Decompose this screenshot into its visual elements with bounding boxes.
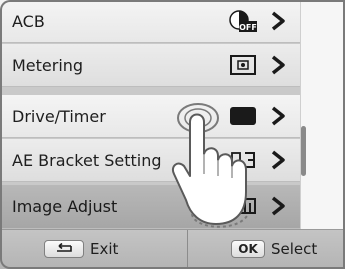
chevron-right-icon [267,105,289,127]
image-adjust-icon [228,194,258,218]
menu-item-label: Drive/Timer [12,106,106,126]
camera-menu-screen: ACB OFF Metering Drive/Timer AE Bracket … [0,0,345,269]
softkey-bar: Exit OK Select [0,229,345,269]
select-label: Select [271,240,318,258]
select-button[interactable]: OK Select [231,237,317,261]
chevron-right-icon [267,10,289,32]
softkey-divider [187,230,188,269]
scrollbar-track[interactable] [300,0,344,229]
menu-item-acb[interactable]: ACB OFF [0,0,300,43]
single-shot-icon [228,104,258,128]
ae-bracket-icon [228,148,258,172]
menu-item-label: AE Bracket Setting [12,150,162,170]
menu-item-ae-bracket[interactable]: AE Bracket Setting [0,139,300,182]
menu-item-image-adjust[interactable]: Image Adjust [0,185,300,229]
acb-off-text: OFF [239,23,257,32]
metering-icon [228,53,258,77]
exit-label: Exit [90,240,119,258]
acb-off-icon: OFF [228,9,258,33]
menu-item-label: ACB [12,11,45,31]
chevron-right-icon [267,195,289,217]
menu-item-drive-timer[interactable]: Drive/Timer [0,95,300,138]
back-arrow-icon [44,240,84,258]
exit-button[interactable]: Exit [44,237,118,261]
chevron-right-icon [267,54,289,76]
menu-item-label: Metering [12,55,84,75]
menu-item-metering[interactable]: Metering [0,44,300,87]
ok-key: OK [231,240,265,258]
scrollbar-thumb[interactable] [301,126,306,176]
menu-item-label: Image Adjust [12,197,118,216]
chevron-right-icon [267,149,289,171]
device-frame-edge [343,0,355,269]
